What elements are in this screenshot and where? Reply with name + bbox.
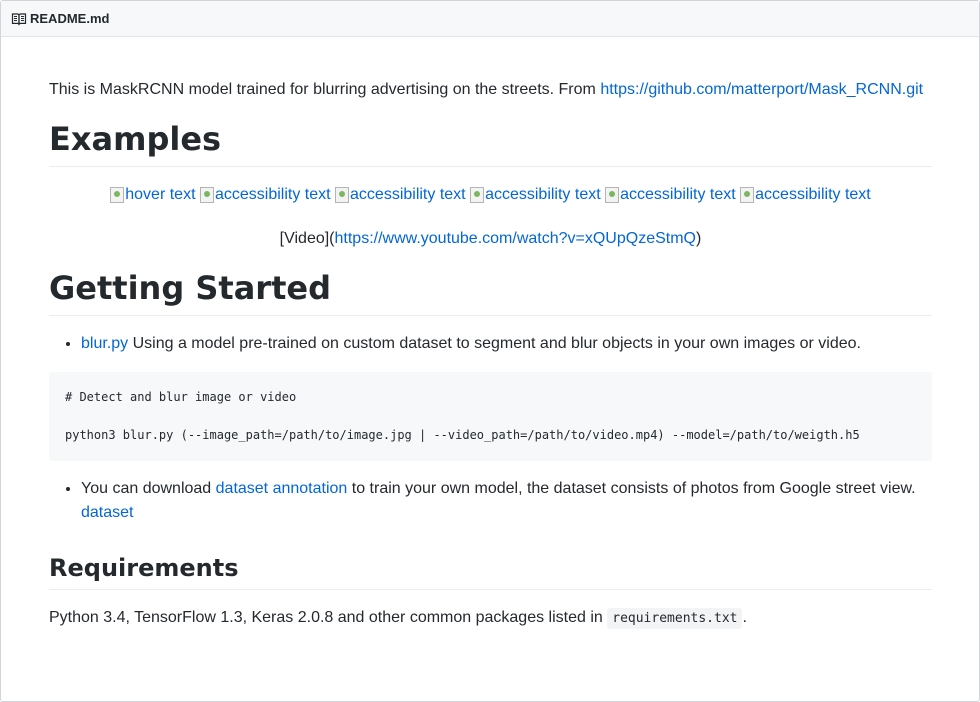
broken-image-icon [335, 187, 350, 203]
file-header: README.md [1, 1, 979, 37]
broken-image-icon [605, 187, 620, 203]
download-list: You can download dataset annotation to t… [49, 477, 932, 525]
example-images: hover text accessibility text accessibil… [49, 183, 932, 211]
requirements-suffix: . [742, 609, 747, 626]
intro-text: This is MaskRCNN model trained for blurr… [49, 81, 601, 98]
image-alt-text: accessibility text [755, 186, 871, 203]
bullet2-text: to train your own model, the dataset con… [347, 480, 916, 497]
example-image-3[interactable]: accessibility text [335, 183, 466, 207]
requirements-heading: Requirements [49, 553, 932, 590]
broken-image-icon [199, 187, 214, 203]
video-prefix: [Video]( [279, 230, 335, 247]
broken-image-icon [470, 187, 485, 203]
broken-image-icon [110, 187, 125, 203]
broken-image-icon [740, 187, 755, 203]
dataset-annotation-link[interactable]: dataset annotation [216, 480, 348, 497]
requirements-text: Python 3.4, TensorFlow 1.3, Keras 2.0.8 … [49, 609, 608, 626]
readme-panel: README.md This is MaskRCNN model trained… [0, 0, 980, 702]
markdown-body: This is MaskRCNN model trained for blurr… [49, 37, 932, 631]
image-alt-text: accessibility text [485, 186, 601, 203]
examples-heading: Examples [49, 119, 932, 167]
image-alt-text: accessibility text [214, 186, 331, 203]
example-image-2[interactable]: accessibility text [199, 183, 331, 207]
list-item: blur.py Using a model pre-trained on cus… [81, 332, 932, 356]
bullet1-text: Using a model pre-trained on custom data… [128, 335, 861, 352]
example-image-5[interactable]: accessibility text [605, 183, 736, 207]
example-image-1[interactable]: hover text [110, 183, 196, 207]
list-item: You can download dataset annotation to t… [81, 477, 932, 525]
requirements-file-code: requirements.txt [607, 608, 743, 629]
getting-started-heading: Getting Started [49, 268, 932, 316]
dataset-link[interactable]: dataset [81, 504, 133, 521]
file-name: README.md [30, 11, 110, 26]
code-comment: # Detect and blur image or video [65, 390, 297, 404]
code-command: python3 blur.py (--image_path=/path/to/i… [65, 428, 860, 442]
image-alt-text: accessibility text [350, 186, 466, 203]
blur-py-link[interactable]: blur.py [81, 335, 128, 352]
mask-rcnn-link[interactable]: https://github.com/matterport/Mask_RCNN.… [600, 81, 923, 98]
video-link[interactable]: https://www.youtube.com/watch?v=xQUpQzeS… [335, 230, 696, 247]
video-suffix: ) [696, 230, 702, 247]
requirements-paragraph: Python 3.4, TensorFlow 1.3, Keras 2.0.8 … [49, 606, 932, 631]
example-image-4[interactable]: accessibility text [470, 183, 601, 207]
code-block: # Detect and blur image or video python3… [49, 372, 932, 461]
example-image-6[interactable]: accessibility text [740, 183, 871, 207]
video-line: [Video](https://www.youtube.com/watch?v=… [49, 227, 932, 251]
intro-paragraph: This is MaskRCNN model trained for blurr… [49, 78, 932, 102]
getting-started-list: blur.py Using a model pre-trained on cus… [49, 332, 932, 356]
book-icon [11, 11, 27, 27]
bullet2-prefix: You can download [81, 480, 216, 497]
image-alt-text: accessibility text [620, 186, 736, 203]
image-alt-text: hover text [125, 186, 196, 203]
